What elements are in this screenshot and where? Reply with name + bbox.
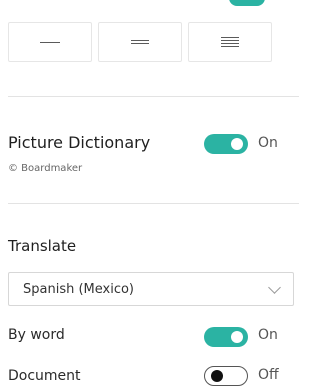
divider-2 bbox=[8, 203, 299, 204]
toggle-knob bbox=[231, 331, 243, 343]
line-spacing-large-button[interactable] bbox=[188, 22, 272, 62]
divider-1 bbox=[8, 96, 299, 97]
medium-spacing-icon bbox=[131, 39, 149, 45]
by-word-label: By word bbox=[8, 327, 65, 343]
by-word-toggle[interactable] bbox=[204, 327, 248, 347]
picture-dictionary-caption: © Boardmaker bbox=[8, 163, 83, 174]
document-label: Document bbox=[8, 368, 81, 384]
toggle-knob bbox=[231, 138, 243, 150]
translate-language-value: Spanish (Mexico) bbox=[23, 282, 135, 297]
translate-language-dropdown[interactable]: Spanish (Mexico) bbox=[8, 272, 294, 306]
line-spacing-medium-button[interactable] bbox=[98, 22, 182, 62]
by-word-toggle-label: On bbox=[258, 327, 278, 343]
translate-title: Translate bbox=[8, 237, 77, 255]
document-toggle[interactable] bbox=[204, 366, 248, 386]
line-spacing-single-button[interactable] bbox=[8, 22, 92, 62]
document-toggle-label: Off bbox=[258, 367, 279, 383]
picture-dictionary-title: Picture Dictionary bbox=[8, 133, 151, 152]
single-spacing-icon bbox=[40, 41, 60, 43]
large-spacing-icon bbox=[221, 36, 239, 48]
toggle-knob bbox=[211, 370, 223, 382]
partial-toggle-top[interactable] bbox=[229, 0, 265, 6]
chevron-down-icon bbox=[268, 281, 281, 294]
picture-dictionary-toggle-label: On bbox=[258, 135, 278, 151]
picture-dictionary-toggle[interactable] bbox=[204, 134, 248, 154]
